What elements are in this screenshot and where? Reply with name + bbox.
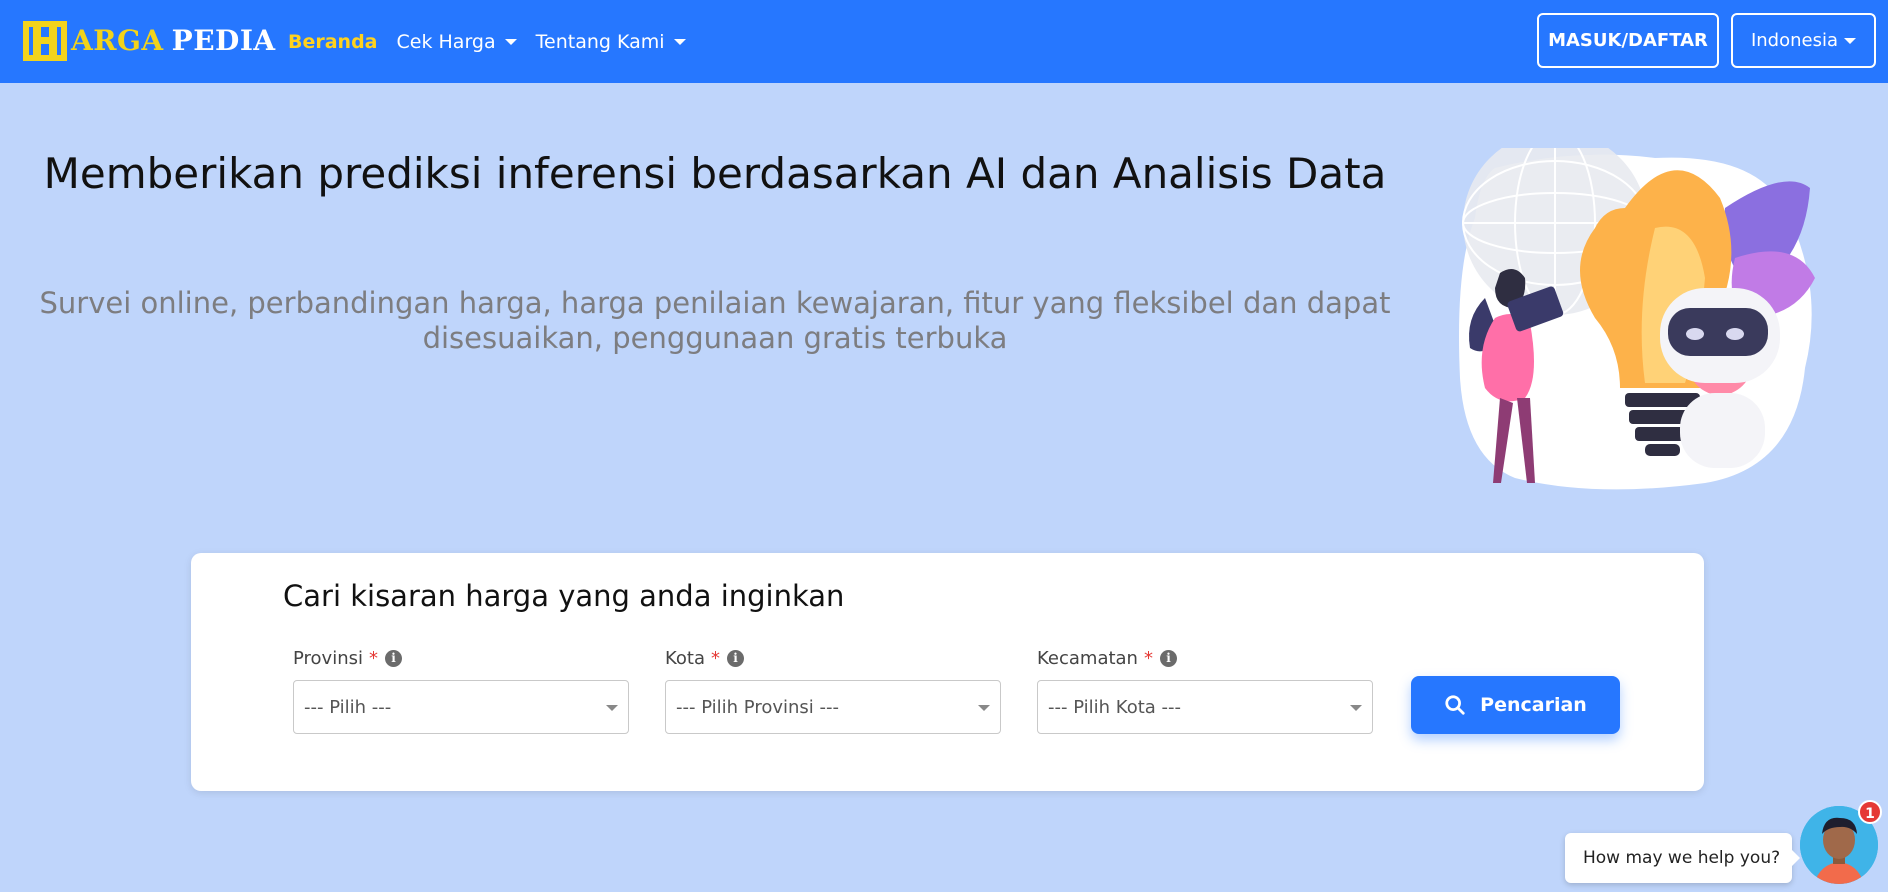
language-dropdown[interactable]: Indonesia bbox=[1731, 13, 1876, 68]
caret-down-icon bbox=[504, 38, 517, 45]
hero-subtitle: Survei online, perbandingan harga, harga… bbox=[39, 286, 1391, 355]
info-icon[interactable]: i bbox=[727, 649, 745, 667]
district-label: Kecamatan * i bbox=[1037, 647, 1373, 669]
nav-link-cek-harga[interactable]: Cek Harga bbox=[397, 31, 517, 53]
hero-title: Memberikan prediksi inferensi berdasarka… bbox=[43, 149, 1387, 198]
required-mark: * bbox=[369, 647, 378, 669]
nav-link-tentang-kami[interactable]: Tentang Kami bbox=[536, 31, 686, 53]
hero-illustration bbox=[1459, 148, 1815, 490]
notification-badge: 1 bbox=[1858, 800, 1882, 824]
navbar: ARGA PEDIA Beranda Cek Harga Tentang Kami… bbox=[0, 0, 1888, 83]
brand-name: ARGA PEDIA bbox=[71, 24, 276, 57]
required-mark: * bbox=[711, 647, 721, 669]
chevron-down-icon bbox=[606, 705, 618, 711]
caret-down-icon bbox=[673, 38, 686, 45]
nav-link-beranda[interactable]: Beranda bbox=[288, 31, 378, 53]
login-register-button[interactable]: MASUK/DAFTAR bbox=[1537, 13, 1719, 68]
caret-down-icon bbox=[1844, 37, 1857, 44]
search-icon bbox=[1445, 695, 1465, 715]
search-card-title: Cari kisaran harga yang anda inginkan bbox=[283, 579, 845, 613]
province-select[interactable]: --- Pilih --- bbox=[293, 680, 629, 734]
city-label: Kota * i bbox=[665, 647, 1001, 669]
province-field: Provinsi * i --- Pilih --- bbox=[293, 647, 629, 734]
nav-links: Beranda Cek Harga Tentang Kami bbox=[288, 0, 705, 83]
search-button[interactable]: Pencarian bbox=[1411, 676, 1620, 734]
city-field: Kota * i --- Pilih Provinsi --- bbox=[665, 647, 1001, 734]
search-card: Cari kisaran harga yang anda inginkan Pr… bbox=[191, 553, 1704, 791]
brand-logo[interactable]: ARGA PEDIA bbox=[21, 19, 276, 63]
district-select[interactable]: --- Pilih Kota --- bbox=[1037, 680, 1373, 734]
info-icon[interactable]: i bbox=[1159, 649, 1177, 667]
required-mark: * bbox=[1143, 647, 1153, 669]
province-label: Provinsi * i bbox=[293, 647, 629, 669]
chat-prompt-bubble[interactable]: How may we help you? bbox=[1565, 833, 1800, 883]
brand-logo-icon bbox=[23, 21, 67, 61]
chevron-down-icon bbox=[1350, 705, 1362, 711]
info-icon[interactable]: i bbox=[385, 649, 402, 667]
chevron-down-icon bbox=[978, 705, 990, 711]
city-select[interactable]: --- Pilih Provinsi --- bbox=[665, 680, 1001, 734]
district-field: Kecamatan * i --- Pilih Kota --- bbox=[1037, 647, 1373, 734]
